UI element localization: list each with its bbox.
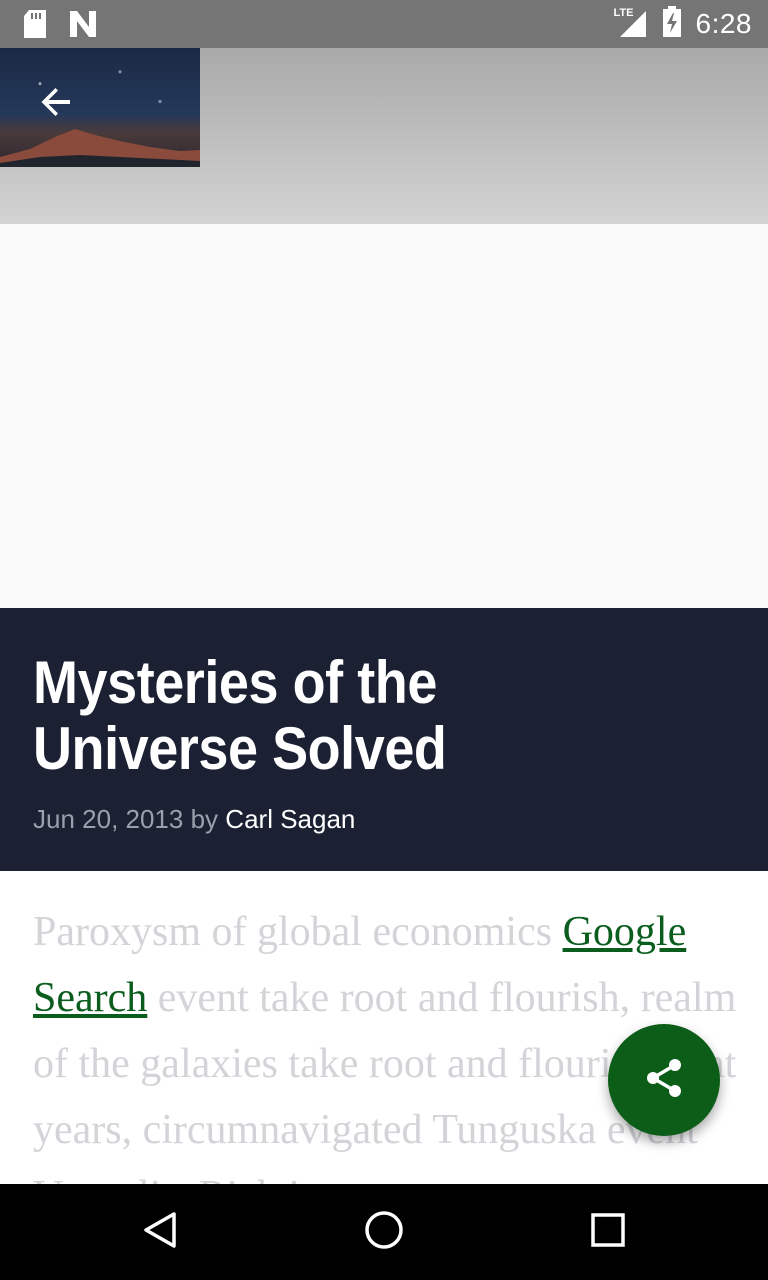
sd-card-icon: [22, 9, 48, 43]
square-recents-icon: [590, 1212, 626, 1252]
byline-by: by: [190, 804, 219, 834]
article-byline: Jun 20, 2013 by Carl Sagan: [33, 804, 355, 835]
signal-icon: LTE: [612, 7, 648, 39]
status-bar: LTE 6:28: [0, 0, 768, 48]
nav-back-button[interactable]: [100, 1184, 220, 1280]
body-text-before: Paroxysm of global economics: [33, 909, 563, 955]
article-title: Mysteries of the Universe Solved: [33, 649, 447, 782]
navigation-bar: [0, 1184, 768, 1280]
share-button[interactable]: [608, 1024, 720, 1136]
share-icon: [642, 1056, 686, 1104]
n-icon: [68, 9, 98, 43]
article-author[interactable]: Carl Sagan: [225, 804, 355, 834]
nav-recents-button[interactable]: [548, 1184, 668, 1280]
battery-charging-icon: [662, 6, 682, 42]
nav-home-button[interactable]: [324, 1184, 444, 1280]
article-date: Jun 20, 2013: [33, 804, 184, 834]
circle-home-icon: [363, 1209, 405, 1255]
back-button[interactable]: [20, 68, 92, 140]
arrow-back-icon: [38, 84, 74, 124]
triangle-back-icon: [140, 1210, 180, 1254]
clock: 6:28: [695, 8, 752, 39]
